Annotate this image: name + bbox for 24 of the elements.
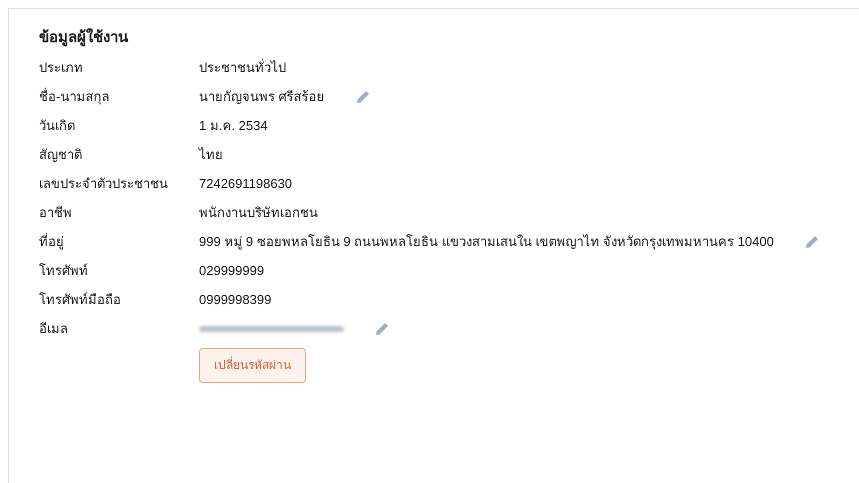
- edit-icon[interactable]: [354, 89, 371, 105]
- edit-icon[interactable]: [804, 234, 820, 250]
- field-value: 1 ม.ค. 2534: [199, 117, 268, 136]
- edit-icon[interactable]: [374, 321, 390, 337]
- field-label: ประเภท: [39, 59, 84, 78]
- field-label: อาชีพ: [39, 204, 73, 222]
- field-label: วันเกิด: [39, 117, 76, 136]
- field-label: โทรศัพท์: [39, 262, 89, 280]
- field-label: อีเมล: [39, 320, 69, 338]
- field-value: นายกัญจนพร ศรีสร้อย: [199, 88, 325, 106]
- field-value: พนักงานบริษัทเอกชน: [199, 204, 318, 222]
- field-label: ที่อยู่: [39, 232, 65, 252]
- field-label: โทรศัพท์มือถือ: [39, 291, 122, 310]
- field-value: 029999999: [199, 262, 264, 280]
- field-value: 7242691198630: [199, 175, 292, 194]
- field-label: เลขประจำตัวประชาชน: [39, 175, 169, 194]
- field-label: สัญชาติ: [39, 146, 83, 164]
- field-value: ไทย: [199, 146, 223, 164]
- field-label: ชื่อ-นามสกุล: [39, 87, 110, 106]
- change-password-button[interactable]: เปลี่ยนรหัสผ่าน: [199, 348, 306, 382]
- field-value: 999 หมู่ 9 ซอยพหลโยธิน 9 ถนนพหลโยธิน แขวงสามเสนใน เขตพญาไท จังหวัดกรุงเทพมหานคร 10400: [199, 233, 774, 252]
- section-title: ข้อมูลผู้ใช้งาน: [39, 27, 128, 48]
- field-value: 0999998399: [199, 291, 272, 310]
- field-value: ประชาชนทั่วไป: [199, 58, 286, 78]
